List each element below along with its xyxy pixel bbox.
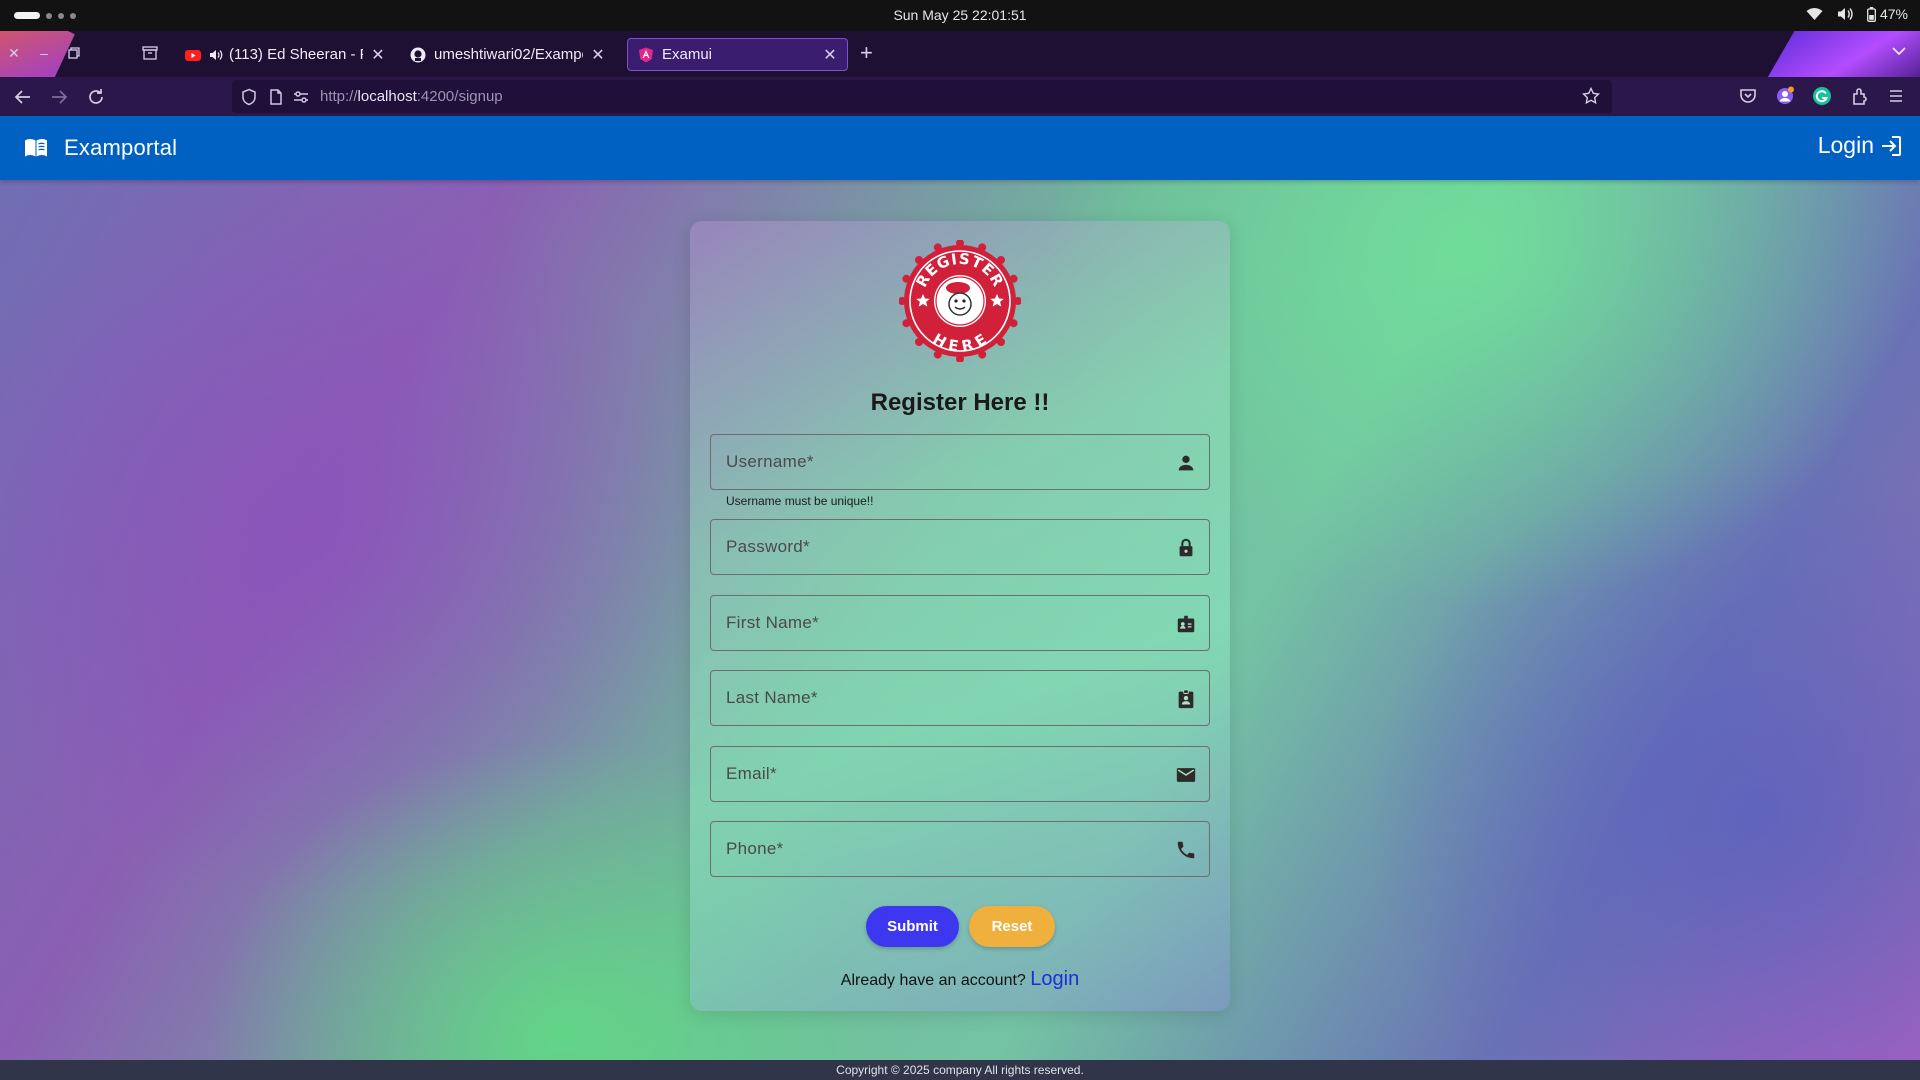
- phone-input[interactable]: [711, 822, 1209, 876]
- person-icon: [1178, 455, 1194, 471]
- audio-playing-icon[interactable]: [209, 49, 223, 61]
- last-name-field[interactable]: [710, 670, 1210, 726]
- app-brand-title[interactable]: Examportal: [64, 135, 177, 161]
- page-title: Register Here !!: [870, 389, 1050, 416]
- lock-icon: [1179, 538, 1193, 557]
- username-input[interactable]: [711, 435, 1209, 489]
- pocket-icon[interactable]: [1738, 86, 1758, 106]
- angular-icon: [639, 47, 653, 62]
- login-prompt-text: Already have an account?: [840, 972, 1026, 989]
- register-here-badge: REGISTER HERE: [899, 240, 1021, 362]
- youtube-icon: [185, 49, 201, 61]
- account-icon[interactable]: [1775, 86, 1795, 106]
- system-tray[interactable]: 47%: [1806, 6, 1908, 22]
- signup-card: REGISTER HERE Register Here !! Username …: [690, 221, 1230, 1011]
- menu-hamburger-icon[interactable]: [1886, 86, 1906, 106]
- toolbar-login-button[interactable]: Login: [1818, 132, 1902, 159]
- bookmark-star-icon[interactable]: [1582, 87, 1600, 105]
- tab-close-icon[interactable]: ✕: [823, 45, 837, 65]
- password-input[interactable]: [711, 520, 1209, 574]
- tab-title: (113) Ed Sheeran - Per: [229, 46, 363, 63]
- menu-book-icon: [25, 139, 47, 157]
- badge-icon: [1178, 689, 1194, 709]
- tab-overview-icon[interactable]: [140, 43, 160, 63]
- battery-icon: [1867, 6, 1876, 22]
- browser-tab-strip: ✕ – (113) Ed Sheeran - Per ✕ umeshtiwari…: [0, 31, 1920, 77]
- app-toolbar: Examportal Login: [0, 116, 1920, 180]
- username-field[interactable]: [710, 434, 1210, 490]
- reload-icon[interactable]: [85, 86, 107, 108]
- page-info-icon[interactable]: [267, 88, 285, 106]
- login-link[interactable]: Login: [1030, 968, 1079, 990]
- browser-nav-bar: http://localhost:4200/signup: [0, 77, 1920, 116]
- email-input[interactable]: [711, 747, 1209, 801]
- first-name-input[interactable]: [711, 596, 1209, 650]
- login-prompt: Already have an account? Login: [690, 968, 1230, 991]
- url-text[interactable]: http://localhost:4200/signup: [320, 88, 503, 105]
- list-tabs-chevron-icon[interactable]: [1892, 43, 1906, 59]
- github-icon: [410, 47, 426, 62]
- tab-title: umeshtiwari02/Examport: [434, 46, 583, 63]
- email-field[interactable]: [710, 746, 1210, 802]
- volume-icon: [1837, 8, 1853, 20]
- window-close-icon[interactable]: ✕: [4, 43, 24, 63]
- tab-github[interactable]: umeshtiwari02/Examport ✕: [400, 38, 615, 71]
- url-path: :4200/signup: [416, 88, 503, 105]
- address-bar[interactable]: http://localhost:4200/signup: [232, 80, 1612, 113]
- id-card-icon: [1177, 615, 1195, 633]
- phone-icon: [1177, 841, 1195, 859]
- forward-arrow-icon[interactable]: [48, 86, 70, 108]
- battery-status: 47%: [1867, 6, 1908, 22]
- battery-percent: 47%: [1879, 6, 1908, 22]
- tab-close-icon[interactable]: ✕: [591, 45, 605, 65]
- submit-button[interactable]: Submit: [866, 906, 959, 947]
- grammarly-icon[interactable]: [1812, 86, 1832, 106]
- wifi-icon: [1806, 8, 1823, 20]
- window-minimize-icon[interactable]: –: [34, 43, 54, 63]
- reset-button[interactable]: Reset: [969, 906, 1055, 947]
- tab-examui[interactable]: Examui ✕: [627, 38, 848, 71]
- tab-title: Examui: [662, 46, 713, 63]
- login-arrow-icon: [1882, 135, 1901, 156]
- extensions-icon[interactable]: [1850, 86, 1870, 106]
- password-field[interactable]: [710, 519, 1210, 575]
- toolbar-login-label: Login: [1817, 132, 1874, 158]
- back-arrow-icon[interactable]: [12, 86, 34, 108]
- window-restore-icon[interactable]: [64, 43, 84, 63]
- last-name-input[interactable]: [711, 671, 1209, 725]
- permissions-icon[interactable]: [292, 88, 310, 106]
- mail-icon: [1176, 768, 1196, 782]
- shield-icon[interactable]: [240, 88, 258, 106]
- app-viewport: Examportal Login REGISTER HERE Register …: [0, 116, 1920, 1080]
- url-host: localhost: [357, 88, 417, 105]
- phone-field[interactable]: [710, 821, 1210, 877]
- username-hint: Username must be unique!!: [726, 494, 874, 508]
- first-name-field[interactable]: [710, 595, 1210, 651]
- new-tab-icon[interactable]: +: [860, 42, 873, 64]
- system-top-bar: Sun May 25 22:01:51 47%: [0, 0, 1920, 31]
- system-clock[interactable]: Sun May 25 22:01:51: [0, 7, 1920, 23]
- url-scheme: http://: [320, 88, 358, 105]
- tab-youtube[interactable]: (113) Ed Sheeran - Per ✕: [175, 38, 395, 71]
- page-footer: Copyright © 2025 company All rights rese…: [0, 1060, 1920, 1080]
- tab-close-icon[interactable]: ✕: [371, 45, 385, 65]
